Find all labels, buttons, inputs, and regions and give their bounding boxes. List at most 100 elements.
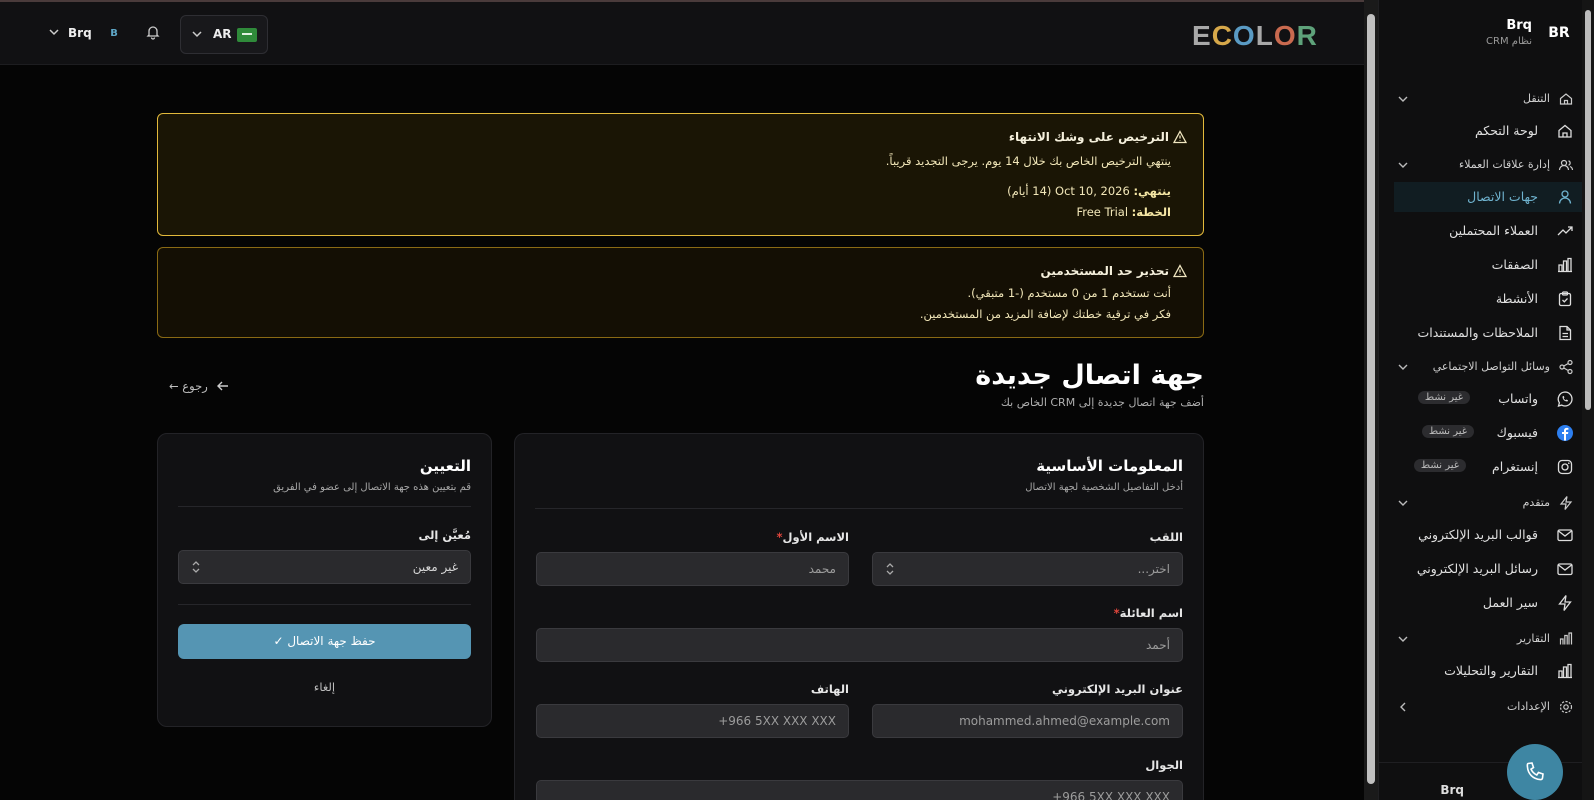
sidebar-scrollbar[interactable] (1582, 0, 1594, 800)
email-label: عنوان البريد الإلكتروني (1051, 682, 1183, 696)
inactive-badge: غير نشط (1417, 391, 1470, 404)
chevron-up-down-icon (885, 561, 895, 577)
sidebar-item-facebook[interactable]: فيسبوك غير نشط (1394, 418, 1594, 448)
divider (178, 604, 471, 605)
sidebar-item-activities[interactable]: الأنشطة (1394, 284, 1594, 314)
title-label: اللقب (1149, 530, 1183, 544)
logo-letter-5: R (1296, 20, 1318, 51)
whatsapp-icon (1556, 390, 1574, 408)
sidebar-group-social[interactable]: وسائل التواصل الاجتماعي (1394, 352, 1594, 382)
assignment-title: التعيين (419, 457, 471, 475)
main-scrollbar[interactable] (1364, 0, 1378, 800)
home-icon (1556, 122, 1574, 140)
basic-info-card: المعلومات الأساسية أدخل التفاصيل الشخصية… (514, 433, 1204, 800)
app-root: Brq B AR ECOLOR الترخيص على وشك الانتهاء… (0, 0, 1594, 800)
license-alert-title: الترخيص على وشك الانتهاء (1009, 130, 1187, 144)
last-name-label: اسم العائلة* (1113, 606, 1183, 620)
logo-letter-2: O (1232, 20, 1256, 51)
divider (535, 508, 1183, 509)
bar-chart-icon (1558, 631, 1574, 647)
chevron-down-icon (48, 26, 60, 38)
sidebar-item-notes[interactable]: الملاحظات والمستندات (1394, 318, 1594, 348)
trending-up-icon (1556, 222, 1574, 240)
last-name-input[interactable]: أحمد (536, 628, 1183, 662)
sidebar-group-settings[interactable]: الإعدادات (1394, 692, 1594, 722)
chevron-left-icon (1394, 698, 1412, 716)
top-bar: Brq B AR ECOLOR (0, 0, 1364, 65)
instagram-icon (1556, 458, 1574, 476)
back-button[interactable]: ← رجوع (169, 379, 230, 393)
phone-input[interactable]: +966 5XX XXX XXX (536, 704, 849, 738)
sidebar-item-leads[interactable]: العملاء المحتملين (1394, 216, 1594, 246)
license-alert: الترخيص على وشك الانتهاء ينتهي الترخيص ا… (157, 113, 1204, 236)
warning-icon (1173, 130, 1187, 144)
sidebar-item-dashboard[interactable]: لوحة التحكم (1394, 116, 1594, 146)
assigned-to-label: مُعيَّن إلى (418, 528, 471, 542)
user-menu-button[interactable]: Brq B (40, 18, 130, 50)
user-limit-alert: تحذير حد المستخدمين أنت تستخدم 1 من 0 مس… (157, 247, 1204, 338)
clipboard-check-icon (1556, 290, 1574, 308)
call-button[interactable] (1507, 744, 1563, 800)
language-code: AR (213, 27, 232, 41)
license-expiry: ينتهي: Oct 10, 2026 (14 أيام) (1007, 184, 1171, 198)
mobile-label: الجوال (1145, 758, 1183, 772)
sidebar-item-email-templates[interactable]: قوالب البريد الإلكتروني (1394, 520, 1594, 550)
zap-icon (1558, 495, 1574, 511)
chevron-down-icon (1394, 630, 1412, 648)
assignment-card: التعيين قم بتعيين هذه جهة الاتصال إلى عض… (157, 433, 492, 727)
first-name-input[interactable]: محمد (536, 552, 849, 586)
assigned-to-select[interactable]: غير معين (178, 550, 471, 584)
email-input[interactable]: mohammed.ahmed@example.com (872, 704, 1183, 738)
home-icon (1558, 91, 1574, 107)
zap-icon (1556, 594, 1574, 612)
file-text-icon (1556, 324, 1574, 342)
first-name-label: الاسم الأول* (776, 530, 849, 544)
sidebar-scrollbar-thumb[interactable] (1585, 10, 1591, 410)
sidebar-item-analytics[interactable]: التقارير والتحليلات (1394, 656, 1594, 686)
mail-icon (1556, 560, 1574, 578)
phone-label: الهاتف (810, 682, 849, 696)
sidebar-group-navigation[interactable]: التنقل (1394, 84, 1594, 114)
bar-chart-icon (1556, 256, 1574, 274)
sidebar-item-contacts[interactable]: جهات الاتصال (1394, 182, 1594, 212)
logo-letter-0: E (1192, 20, 1212, 51)
user-limit-line2: فكر في ترقية خطتك لإضافة المزيد من المست… (919, 307, 1171, 321)
language-selector[interactable]: AR (180, 15, 268, 54)
mail-icon (1556, 526, 1574, 544)
sidebar-item-whatsapp[interactable]: واتساب غير نشط (1394, 384, 1594, 414)
share-icon (1558, 359, 1574, 375)
sidebar-group-crm[interactable]: إدارة علاقات العملاء (1394, 150, 1594, 180)
sidebar-item-workflow[interactable]: سير العمل (1394, 588, 1594, 618)
mobile-input[interactable]: +966 5XX XXX XXX (536, 780, 1183, 800)
inactive-badge: غير نشط (1413, 459, 1466, 472)
save-contact-button[interactable]: حفظ جهة الاتصال ✓ (178, 624, 471, 659)
facebook-icon (1556, 424, 1574, 442)
sidebar-group-advanced[interactable]: متقدم (1394, 488, 1594, 518)
chevron-down-icon (1394, 156, 1412, 174)
sidebar-item-instagram[interactable]: إنستغرام غير نشط (1394, 452, 1594, 482)
cancel-button[interactable]: إلغاء (158, 680, 491, 694)
title-select[interactable]: اختر... (872, 552, 1183, 586)
chevron-down-icon (1394, 358, 1412, 376)
sidebar-group-reports[interactable]: التقارير (1394, 624, 1594, 654)
sidebar-item-deals[interactable]: الصفقات (1394, 250, 1594, 280)
saudi-flag-icon (237, 28, 257, 42)
bell-icon[interactable] (145, 24, 161, 40)
user-icon (1556, 188, 1574, 206)
logo-letter-1: C (1211, 20, 1233, 51)
bar-chart-icon (1556, 662, 1574, 680)
brand-name: Brq (1506, 18, 1532, 33)
user-limit-line1: أنت تستخدم 1 من 0 مستخدم (-1 متبقي). (967, 286, 1171, 300)
divider (178, 506, 471, 507)
license-plan: الخطة: Free Trial (1076, 205, 1171, 219)
ecolor-logo: ECOLOR (1192, 20, 1318, 52)
page-title: جهة اتصال جديدة (975, 360, 1204, 391)
main-scrollbar-thumb[interactable] (1367, 14, 1375, 784)
license-alert-message: ينتهي الترخيص الخاص بك خلال 14 يوم. يرجى… (885, 154, 1171, 168)
inactive-badge: غير نشط (1421, 425, 1474, 438)
warning-icon (1173, 264, 1187, 278)
sidebar-item-email-messages[interactable]: رسائل البريد الإلكتروني (1394, 554, 1594, 584)
sidebar: BR Brq نظام CRM التنقل لوحة التحكم إدارة… (1378, 0, 1594, 800)
logo-letter-4: O (1273, 20, 1297, 51)
brand-subtitle: نظام CRM (1486, 36, 1532, 47)
